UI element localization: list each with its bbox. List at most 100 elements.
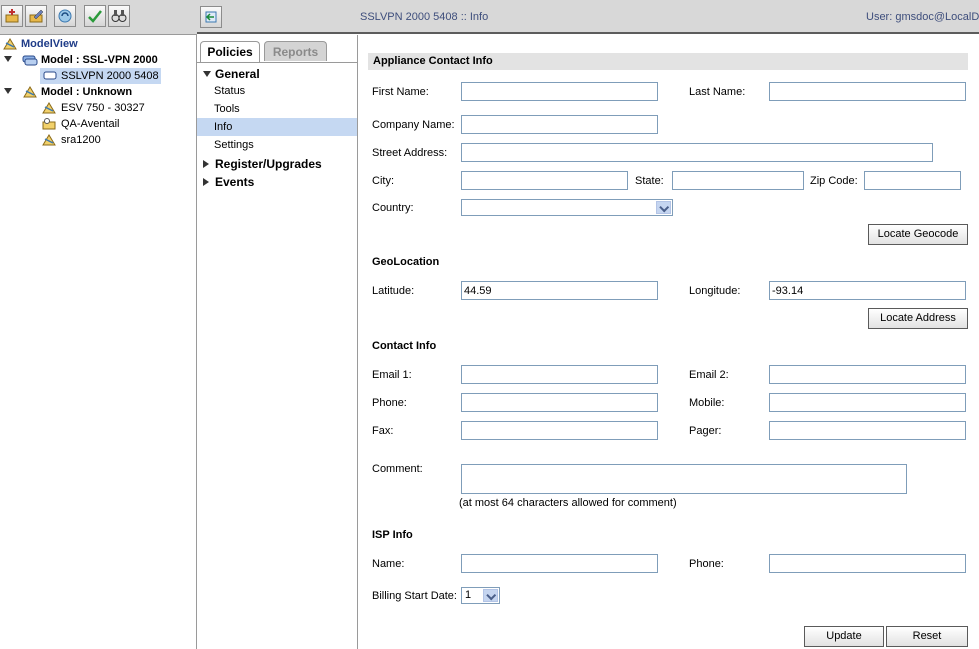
- last-name-field[interactable]: [769, 82, 966, 101]
- email1-label: Email 1:: [372, 369, 412, 381]
- zip-label: Zip Code:: [810, 175, 858, 187]
- device-icon: [43, 71, 57, 80]
- tree-item-sra1200[interactable]: sra1200: [42, 132, 192, 148]
- tree-item-label: ESV 750 - 30327: [61, 102, 145, 114]
- tab-divider: [197, 62, 357, 63]
- folder-device-icon: [42, 118, 56, 130]
- latitude-field[interactable]: [461, 281, 658, 300]
- tree-root[interactable]: ModelView: [2, 36, 192, 52]
- section-appliance-contact: Appliance Contact Info: [368, 53, 968, 70]
- email2-label: Email 2:: [689, 369, 729, 381]
- tree-pane: ModelView Model : SSL-VPN 2000 SSLVPN 20…: [0, 35, 197, 649]
- discover-button[interactable]: [84, 5, 106, 27]
- tab-policies[interactable]: Policies: [200, 41, 260, 63]
- collapse-icon: [203, 178, 209, 186]
- billing-start-select[interactable]: 1: [461, 587, 500, 604]
- refresh-button[interactable]: [54, 5, 76, 27]
- isp-name-field[interactable]: [461, 554, 658, 573]
- chevron-down-icon: [656, 201, 671, 214]
- zip-field[interactable]: [864, 171, 961, 190]
- device-group-icon: [22, 55, 38, 66]
- email1-field[interactable]: [461, 365, 658, 384]
- edit-button[interactable]: [25, 5, 47, 27]
- comment-label: Comment:: [372, 463, 423, 475]
- back-button[interactable]: [200, 6, 222, 28]
- tree-item-esv750[interactable]: ESV 750 - 30327: [42, 100, 192, 116]
- state-label: State:: [635, 175, 664, 187]
- tree-group-label: Model : Unknown: [41, 86, 133, 98]
- email2-field[interactable]: [769, 365, 966, 384]
- tree-item-label: QA-Aventail: [61, 118, 120, 130]
- expand-icon: [4, 56, 12, 62]
- update-button[interactable]: Update: [804, 626, 884, 647]
- tree-group-label: Model : SSL-VPN 2000: [41, 54, 158, 66]
- unknown-group-icon: [23, 86, 37, 98]
- tree-group-unknown[interactable]: Model : Unknown: [0, 84, 190, 100]
- tree-group-sslvpn[interactable]: Model : SSL-VPN 2000: [0, 52, 190, 68]
- comment-field[interactable]: [461, 464, 907, 494]
- pager-field[interactable]: [769, 421, 966, 440]
- latitude-label: Latitude:: [372, 285, 415, 297]
- nav-section-general[interactable]: General: [203, 66, 260, 82]
- nav-item-tools[interactable]: Tools: [197, 100, 357, 118]
- locate-geocode-button[interactable]: Locate Geocode: [868, 224, 968, 245]
- edit-icon: [29, 9, 44, 23]
- company-label: Company Name:: [372, 119, 455, 131]
- nav-section-label: Events: [215, 175, 255, 189]
- chevron-down-icon: [483, 589, 498, 602]
- nav-section-label: General: [215, 67, 260, 81]
- tree-item-sslvpn-5408[interactable]: SSLVPN 2000 5408: [40, 68, 161, 84]
- left-toolbar: [0, 0, 197, 35]
- nav-item-info[interactable]: Info: [197, 118, 357, 136]
- mobile-field[interactable]: [769, 393, 966, 412]
- street-label: Street Address:: [372, 147, 448, 159]
- state-field[interactable]: [672, 171, 804, 190]
- comment-hint: (at most 64 characters allowed for comme…: [459, 497, 677, 509]
- binoculars-icon: [111, 10, 127, 22]
- isp-phone-label: Phone:: [689, 558, 724, 570]
- pager-label: Pager:: [689, 425, 722, 437]
- nav-item-status[interactable]: Status: [197, 82, 357, 100]
- nav-pane: Policies Reports General Status Tools In…: [197, 35, 358, 649]
- billing-label: Billing Start Date:: [372, 590, 457, 602]
- tab-reports[interactable]: Reports: [264, 41, 327, 61]
- country-label: Country:: [372, 202, 414, 214]
- section-contact-info: Contact Info: [372, 340, 437, 352]
- reset-button[interactable]: Reset: [886, 626, 968, 647]
- tree-item-label: sra1200: [61, 134, 101, 146]
- city-field[interactable]: [461, 171, 628, 190]
- street-field[interactable]: [461, 143, 933, 162]
- nav-section-label: Register/Upgrades: [215, 157, 322, 171]
- add-button[interactable]: [1, 5, 23, 27]
- collapse-icon: [203, 160, 209, 168]
- billing-value: 1: [465, 589, 472, 601]
- tree-root-label: ModelView: [21, 38, 78, 50]
- country-select[interactable]: [461, 199, 673, 216]
- locate-address-button[interactable]: Locate Address: [868, 308, 968, 329]
- fax-field[interactable]: [461, 421, 658, 440]
- expand-icon: [203, 71, 211, 77]
- isp-phone-field[interactable]: [769, 554, 966, 573]
- longitude-field[interactable]: [769, 281, 966, 300]
- unknown-device-icon: [42, 102, 56, 114]
- back-icon: [205, 11, 217, 23]
- expand-icon: [4, 88, 12, 94]
- nav-item-settings[interactable]: Settings: [197, 136, 357, 154]
- mobile-label: Mobile:: [689, 397, 725, 409]
- nav-section-register[interactable]: Register/Upgrades: [203, 156, 322, 172]
- first-name-label: First Name:: [372, 86, 429, 98]
- modelview-icon: [3, 38, 17, 50]
- nav-section-events[interactable]: Events: [203, 174, 254, 190]
- find-button[interactable]: [108, 5, 130, 27]
- longitude-label: Longitude:: [689, 285, 741, 297]
- page-title: SSLVPN 2000 5408 :: Info: [360, 11, 489, 23]
- phone-label: Phone:: [372, 397, 407, 409]
- first-name-field[interactable]: [461, 82, 658, 101]
- tree-item-qa-aventail[interactable]: QA-Aventail: [42, 116, 192, 132]
- section-geolocation: GeoLocation: [372, 256, 440, 268]
- unknown-device-icon: [42, 134, 56, 146]
- fax-label: Fax:: [372, 425, 394, 437]
- phone-field[interactable]: [461, 393, 658, 412]
- company-field[interactable]: [461, 115, 658, 134]
- last-name-label: Last Name:: [689, 86, 746, 98]
